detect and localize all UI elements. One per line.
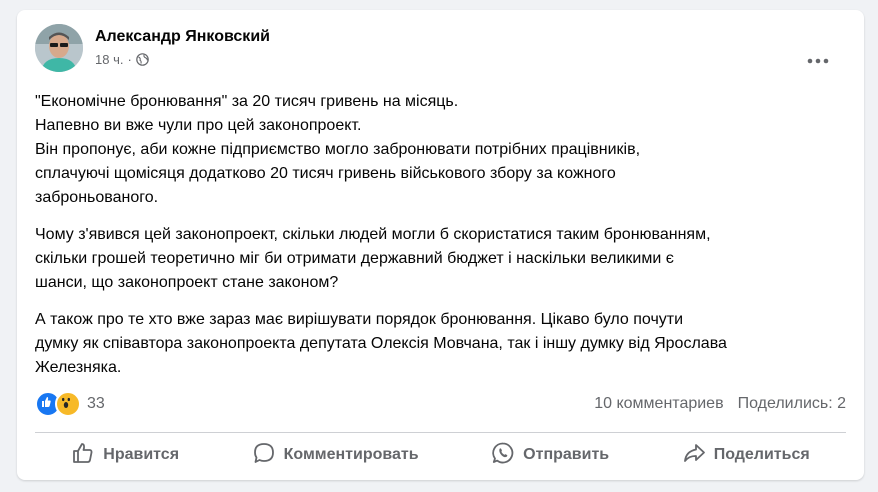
comment-bubble-icon bbox=[252, 441, 276, 470]
like-button[interactable]: Нравится bbox=[59, 435, 191, 476]
share-button[interactable]: Поделиться bbox=[670, 435, 822, 476]
shares-count-link[interactable]: Поделились: 2 bbox=[738, 395, 846, 413]
post-meta: 18 ч. · bbox=[95, 52, 149, 67]
like-label: Нравится bbox=[103, 446, 180, 463]
globe-icon bbox=[136, 53, 149, 66]
post-text-line: А також про те хто вже зараз має вирішув… bbox=[35, 311, 684, 328]
post-text-line: скільки грошей теоретично міг би отримат… bbox=[35, 250, 674, 267]
post-paragraph: "Економічне бронювання" за 20 тисяч грив… bbox=[35, 90, 835, 210]
post-text-line: "Економічне бронювання" за 20 тисяч грив… bbox=[35, 93, 459, 110]
post-text-line: думку як співавтора законопроекта депута… bbox=[35, 335, 727, 352]
thumbs-up-icon bbox=[71, 441, 95, 470]
comment-label: Комментировать bbox=[283, 446, 419, 463]
reaction-count: 33 bbox=[87, 395, 105, 412]
post-stats: 33 10 комментариев Поделились: 2 bbox=[35, 391, 846, 417]
post-time[interactable]: 18 ч. bbox=[95, 52, 123, 67]
post-text-line: Железняка. bbox=[35, 359, 122, 376]
more-dots-icon bbox=[807, 51, 829, 69]
comments-count-link[interactable]: 10 комментариев bbox=[594, 395, 723, 413]
post-card: Александр Янковский 18 ч. · "Економічне … bbox=[17, 10, 864, 480]
post-body: "Економічне бронювання" за 20 тисяч грив… bbox=[35, 90, 835, 393]
reactions-summary[interactable]: 33 bbox=[35, 391, 105, 417]
wow-reaction-icon bbox=[55, 391, 81, 417]
post-text-line: сплачуючі щомісяця додатково 20 тисяч гр… bbox=[35, 165, 616, 182]
post-text-line: шанси, що законопроект стане законом? bbox=[35, 274, 339, 291]
comment-button[interactable]: Комментировать bbox=[240, 435, 431, 476]
author-name[interactable]: Александр Янковский bbox=[95, 28, 270, 46]
send-label: Отправить bbox=[523, 446, 610, 463]
post-paragraph: Чому з'явився цей законопроект, скільки … bbox=[35, 223, 835, 295]
post-actions: Нравится Комментировать Отправить Подели… bbox=[35, 435, 846, 475]
share-arrow-icon bbox=[682, 441, 706, 470]
post-header: Александр Янковский 18 ч. · bbox=[35, 24, 850, 74]
post-paragraph: А також про те хто вже зараз має вирішув… bbox=[35, 308, 835, 380]
avatar[interactable] bbox=[35, 24, 83, 72]
divider bbox=[35, 432, 846, 433]
post-text-line: заброньованого. bbox=[35, 189, 159, 206]
whatsapp-icon bbox=[491, 441, 515, 470]
post-text-line: Напевно ви вже чули про цей законопроект… bbox=[35, 117, 362, 134]
send-button[interactable]: Отправить bbox=[479, 435, 621, 476]
share-label: Поделиться bbox=[713, 446, 810, 463]
post-text-line: Чому з'явився цей законопроект, скільки … bbox=[35, 226, 711, 243]
post-text-line: Він пропонує, аби кожне підприємство мог… bbox=[35, 141, 641, 158]
more-options-button[interactable] bbox=[800, 42, 836, 78]
